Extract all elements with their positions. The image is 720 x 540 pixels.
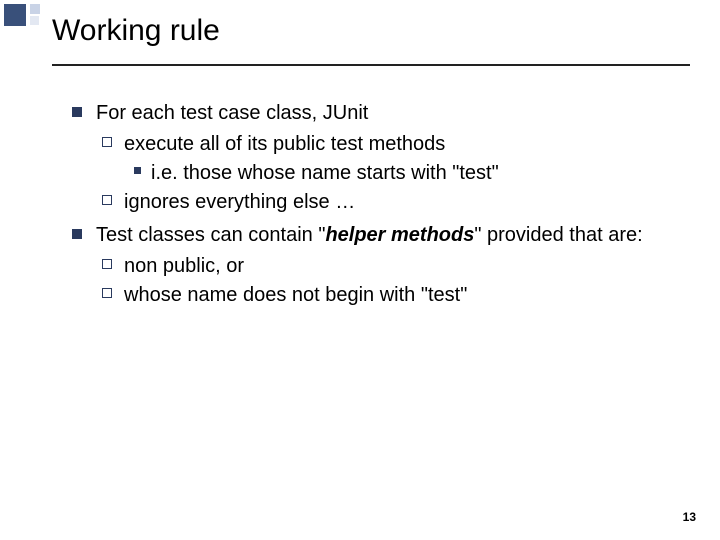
bullet-level2: execute all of its public test methods — [102, 131, 660, 158]
slide-title: Working rule — [52, 14, 690, 58]
deco-square-large — [4, 4, 26, 26]
small-square-bullet-icon — [134, 167, 141, 174]
bullet-text: i.e. those whose name starts with "test" — [151, 160, 660, 187]
bullet-text: ignores everything else … — [124, 189, 660, 216]
square-bullet-icon — [72, 229, 82, 239]
bullet-text-quote: "test" — [452, 162, 498, 184]
hollow-square-bullet-icon — [102, 288, 112, 298]
bullet-level1: For each test case class, JUnit — [72, 100, 660, 127]
bullet-text: Test classes can contain "helper methods… — [96, 222, 660, 249]
bullet-text-part: i.e. those whose name starts with — [151, 162, 452, 184]
hollow-square-bullet-icon — [102, 137, 112, 147]
corner-decoration — [0, 0, 52, 36]
bullet-text-part: " provided that are: — [474, 224, 642, 246]
bullet-text: non public, or — [124, 253, 660, 280]
bullet-text-emph: helper methods — [325, 224, 474, 246]
slide-body: For each test case class, JUnit execute … — [72, 100, 660, 311]
hollow-square-bullet-icon — [102, 195, 112, 205]
bullet-level1: Test classes can contain "helper methods… — [72, 222, 660, 249]
title-underline — [52, 64, 690, 66]
deco-square-small-1 — [30, 4, 40, 14]
bullet-text: For each test case class, JUnit — [96, 100, 660, 127]
bullet-text: execute all of its public test methods — [124, 131, 660, 158]
hollow-square-bullet-icon — [102, 259, 112, 269]
deco-square-small-2 — [30, 16, 39, 25]
bullet-text-part: Test classes can contain " — [96, 224, 325, 246]
bullet-level2: ignores everything else … — [102, 189, 660, 216]
bullet-level3: i.e. those whose name starts with "test" — [134, 160, 660, 187]
bullet-text: whose name does not begin with "test" — [124, 282, 660, 309]
square-bullet-icon — [72, 107, 82, 117]
bullet-level2: whose name does not begin with "test" — [102, 282, 660, 309]
bullet-level2: non public, or — [102, 253, 660, 280]
title-area: Working rule — [52, 14, 690, 66]
page-number: 13 — [683, 510, 696, 524]
